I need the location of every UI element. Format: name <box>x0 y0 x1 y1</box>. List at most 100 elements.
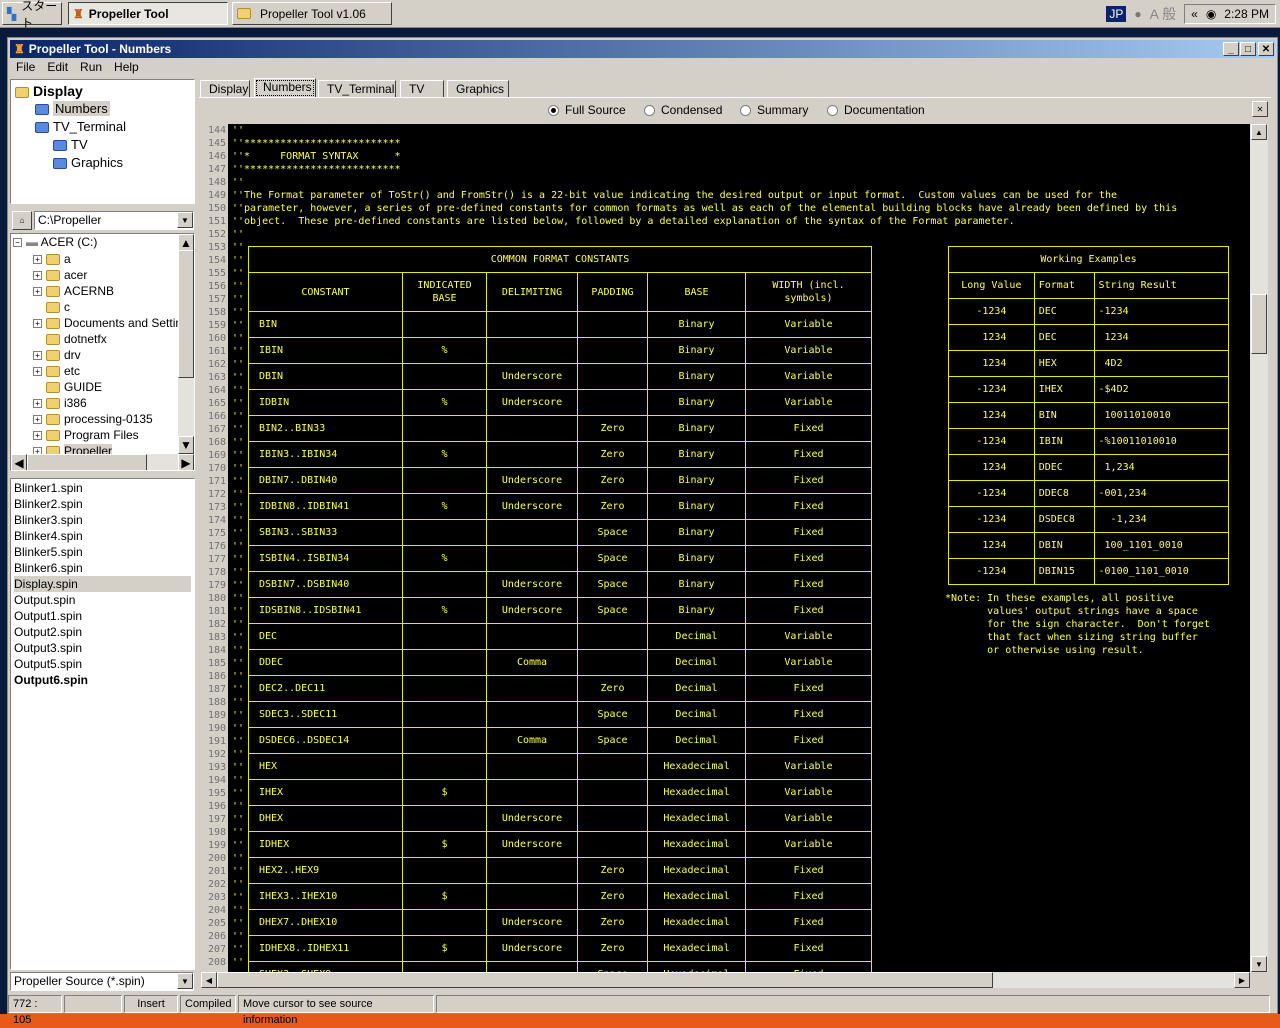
code-editor[interactable]: 144 145 146 147 148 149 150 151 152 153 154 155 156 1… <box>201 124 1250 972</box>
code-line[interactable]: '' <box>232 514 244 527</box>
code-line[interactable]: '' <box>232 631 244 644</box>
file-item[interactable]: Output3.spin <box>14 640 191 656</box>
code-line[interactable]: '' <box>232 904 244 917</box>
code-line[interactable]: '' <box>232 696 244 709</box>
code-line[interactable]: '' <box>232 280 244 293</box>
menu-help[interactable]: Help <box>114 60 139 74</box>
directory-item[interactable]: + a <box>13 251 192 267</box>
directory-item[interactable]: GUIDE <box>13 379 192 395</box>
view-mode-documentation[interactable]: Documentation <box>827 103 925 117</box>
drive-item[interactable]: − ▬ ACER (C:) <box>13 234 192 251</box>
directory-vertical-scrollbar[interactable]: ▲ ▼ <box>178 234 194 454</box>
file-item[interactable]: Display.spin <box>14 576 191 592</box>
scroll-right-icon[interactable]: ▶ <box>1234 972 1250 988</box>
scroll-thumb[interactable] <box>178 250 194 378</box>
code-line[interactable]: '' <box>232 709 244 722</box>
code-line[interactable]: '' <box>232 644 244 657</box>
code-line[interactable]: '' <box>232 865 244 878</box>
directory-horizontal-scrollbar[interactable]: ◀ ▶ <box>11 454 194 470</box>
radio-button[interactable] <box>827 104 838 116</box>
directory-item[interactable]: dotnetfx <box>13 331 192 347</box>
code-line[interactable]: '' <box>232 423 244 436</box>
view-mode-full-source[interactable]: Full Source <box>548 103 626 117</box>
taskbar-button-propeller-tool[interactable]: ♜ Propeller Tool <box>68 2 228 25</box>
expand-icon[interactable]: + <box>33 271 42 281</box>
tab-tv-terminal[interactable]: TV_Terminal <box>318 80 396 98</box>
code-line[interactable]: '' <box>232 774 244 787</box>
code-line[interactable]: ''parameter, however, a series of pre-de… <box>232 202 1177 215</box>
expand-icon[interactable]: + <box>33 367 42 377</box>
code-line[interactable]: ''object. These pre-defined constants ar… <box>232 215 1015 228</box>
close-button[interactable]: ✕ <box>1258 42 1274 56</box>
object-tree-item-tv[interactable]: TV <box>15 136 190 154</box>
code-line[interactable]: '' <box>232 267 244 280</box>
menu-file[interactable]: File <box>16 60 35 74</box>
directory-item[interactable]: + drv <box>13 347 192 363</box>
expand-icon[interactable]: + <box>33 351 42 361</box>
scroll-thumb[interactable] <box>1251 294 1267 354</box>
ime-mode[interactable]: A 般 <box>1150 4 1176 24</box>
tab-display[interactable]: Display <box>200 80 250 98</box>
object-tree-item-tv-terminal[interactable]: TV_Terminal <box>15 118 190 136</box>
tab-numbers[interactable]: Numbers <box>254 78 316 98</box>
tree-connector[interactable] <box>33 383 42 393</box>
code-line[interactable]: '' <box>232 501 244 514</box>
code-line[interactable]: '' <box>232 345 244 358</box>
scroll-down-icon[interactable]: ▼ <box>1251 956 1267 972</box>
code-line[interactable]: '' <box>232 358 244 371</box>
file-item[interactable]: Output1.spin <box>14 608 191 624</box>
menu-edit[interactable]: Edit <box>47 60 68 74</box>
code-line[interactable]: '' <box>232 878 244 891</box>
directory-item[interactable]: c <box>13 299 192 315</box>
code-line[interactable]: '' <box>232 332 244 345</box>
code-line[interactable]: '' <box>232 813 244 826</box>
code-line[interactable]: '' <box>232 124 244 137</box>
ime-icon[interactable]: ● <box>1134 7 1141 21</box>
object-tree-root[interactable]: Display <box>15 82 190 100</box>
code-line[interactable]: '' <box>232 540 244 553</box>
maximize-button[interactable]: □ <box>1240 42 1256 56</box>
folder-tree-toggle-icon[interactable]: ⌂ <box>12 211 32 230</box>
code-line[interactable]: ''************************** <box>232 163 401 176</box>
code-line[interactable]: '' <box>232 839 244 852</box>
radio-button[interactable] <box>548 104 559 116</box>
speaker-icon[interactable]: ◉ <box>1206 7 1216 21</box>
expand-tray-icon[interactable]: « <box>1191 7 1198 21</box>
expand-icon[interactable]: + <box>33 255 42 265</box>
code-line[interactable]: '' <box>232 852 244 865</box>
code-line[interactable]: '' <box>232 176 244 189</box>
folder-combo-dropdown-icon[interactable]: ▼ <box>177 212 193 228</box>
file-filter-dropdown-icon[interactable]: ▼ <box>177 973 193 989</box>
directory-item[interactable]: + ACERNB <box>13 283 192 299</box>
file-item[interactable]: Blinker4.spin <box>14 528 191 544</box>
scroll-right-icon[interactable]: ▶ <box>178 454 194 470</box>
code-line[interactable]: '' <box>232 605 244 618</box>
file-item[interactable]: Output.spin <box>14 592 191 608</box>
code-line[interactable]: '' <box>232 449 244 462</box>
code-line[interactable]: '' <box>232 293 244 306</box>
scroll-left-icon[interactable]: ◀ <box>11 454 27 470</box>
code-line[interactable]: '' <box>232 787 244 800</box>
expand-icon[interactable]: + <box>33 287 42 297</box>
file-item[interactable]: Blinker5.spin <box>14 544 191 560</box>
folder-combo[interactable]: C:\Propeller <box>34 211 194 230</box>
taskbar-button-propeller-folder[interactable]: Propeller Tool v1.06 <box>232 2 392 25</box>
code-line[interactable]: '' <box>232 800 244 813</box>
directory-item[interactable]: + etc <box>13 363 192 379</box>
collapse-icon[interactable]: − <box>13 238 22 248</box>
directory-item[interactable]: + Documents and Settings <box>13 315 194 331</box>
code-line[interactable]: '' <box>232 397 244 410</box>
expand-icon[interactable]: + <box>33 431 42 441</box>
code-line[interactable]: '' <box>232 410 244 423</box>
object-tree-item-numbers[interactable]: Numbers <box>15 100 190 118</box>
code-line[interactable]: '' <box>232 748 244 761</box>
code-line[interactable]: '' <box>232 306 244 319</box>
tree-connector[interactable] <box>33 303 42 313</box>
file-item[interactable]: Output6.spin <box>14 672 191 688</box>
code-line[interactable]: '' <box>232 735 244 748</box>
code-line[interactable]: '' <box>232 592 244 605</box>
code-line[interactable]: '' <box>232 917 244 930</box>
code-line[interactable]: ''************************** <box>232 137 401 150</box>
code-line[interactable]: '' <box>232 228 244 241</box>
scroll-left-icon[interactable]: ◀ <box>201 972 217 988</box>
